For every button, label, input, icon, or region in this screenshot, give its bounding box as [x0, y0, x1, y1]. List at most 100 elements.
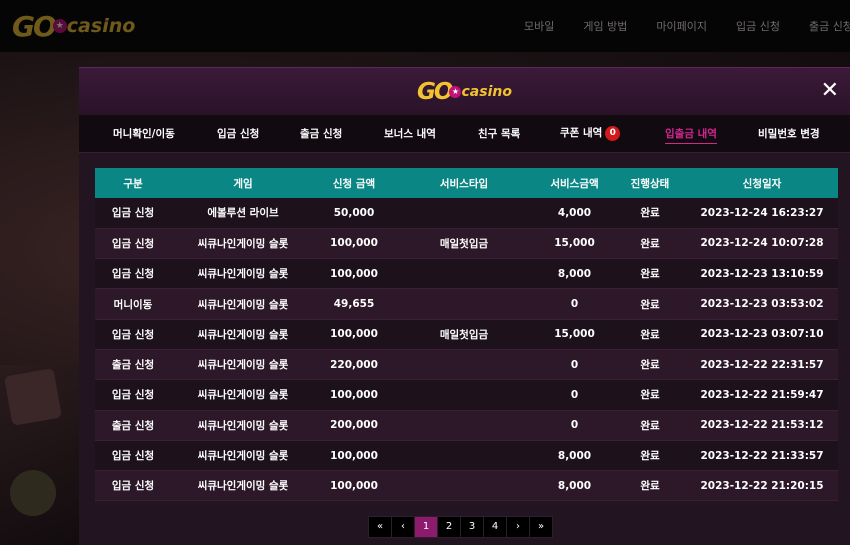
tab-bonus-history[interactable]: 보너스 내역	[384, 126, 436, 141]
page-button-3[interactable]: 3	[460, 516, 484, 538]
modal-logo: GO ★ casino	[417, 79, 512, 105]
cell-amount: 100,000	[330, 237, 378, 250]
cell-service-type	[393, 259, 535, 289]
coupon-count-badge: 0	[605, 125, 621, 141]
cell-date: 2023-12-22 21:20:15	[700, 479, 824, 492]
cell-status: 완료	[640, 450, 660, 463]
cell-service-amount: 4,000	[557, 206, 592, 219]
table-row: 머니이동 씨큐나인게이밍 슬롯 49,655 0 완료 2023-12-23 03:53:…	[95, 288, 838, 320]
cell-game: 씨큐나인게이밍 슬롯	[197, 419, 289, 432]
page-button-4[interactable]: 4	[483, 516, 507, 538]
nav-item-mypage[interactable]: 마이페이지	[656, 18, 707, 34]
cell-status: 완료	[640, 207, 660, 220]
header-status: 진행상태	[630, 177, 670, 190]
cell-status: 완료	[640, 389, 660, 402]
header-game: 게임	[233, 177, 253, 190]
table-row: 입금 신청 씨큐나인게이밍 슬롯 100,000 0 완료 2023-12-22 21:5…	[95, 379, 838, 411]
nav-item-withdraw[interactable]: 출금 신청	[809, 18, 850, 34]
table-row: 입금 신청 씨큐나인게이밍 슬롯 100,000 매일첫입금 15,000 완료 2023-…	[95, 228, 838, 259]
cell-status: 완료	[640, 359, 660, 372]
cell-service-amount: 8,000	[557, 479, 592, 492]
cell-type: 입금 신청	[111, 207, 155, 220]
cell-game: 씨큐나인게이밍 슬롯	[197, 298, 289, 311]
cell-service-type: 매일첫입금	[439, 237, 489, 250]
cell-service-type	[393, 289, 535, 319]
cell-service-amount: 8,000	[557, 449, 592, 462]
tab-coupon-history[interactable]: 쿠폰 내역 0	[560, 125, 621, 141]
site-logo[interactable]: GO ★ casino	[12, 10, 135, 43]
table-body: 입금 신청 에볼루션 라이브 50,000 4,000 완료 2023-12-24 16:…	[95, 198, 838, 501]
cell-game: 씨큐나인게이밍 슬롯	[197, 359, 289, 372]
cell-amount: 50,000	[333, 206, 375, 219]
tab-withdraw[interactable]: 출금 신청	[300, 126, 342, 141]
transaction-history-panel: 구분 게임 신청 금액 서비스타입 서비스금액 진행상태 신청일자 입금 신청 에…	[79, 153, 850, 545]
cell-amount: 100,000	[330, 388, 378, 401]
cell-type: 입금 신청	[111, 237, 155, 250]
cell-type: 출금 신청	[111, 419, 155, 432]
top-nav: 모바일 게임 방법 마이페이지 입금 신청 출금 신청	[524, 0, 850, 52]
close-icon[interactable]: ✕	[821, 80, 839, 102]
tab-change-password[interactable]: 비밀번호 변경	[758, 126, 820, 141]
cell-amount: 200,000	[330, 419, 378, 432]
cell-type: 입금 신청	[111, 268, 155, 281]
cell-service-amount: 8,000	[557, 267, 592, 280]
nav-item-how-to-play[interactable]: 게임 방법	[583, 18, 627, 34]
logo-star-icon: ★	[52, 19, 67, 33]
cell-service-amount: 0	[570, 419, 579, 432]
cell-game: 씨큐나인게이밍 슬롯	[197, 389, 289, 402]
cell-status: 완료	[640, 268, 660, 281]
tab-friend-list[interactable]: 친구 목록	[478, 126, 520, 141]
cell-date: 2023-12-24 16:23:27	[700, 206, 824, 219]
nav-item-mobile[interactable]: 모바일	[524, 18, 554, 34]
tab-deposit[interactable]: 입금 신청	[217, 126, 259, 141]
logo-casino-text: casino	[66, 15, 136, 37]
cell-service-type	[393, 380, 535, 410]
pagination: « ‹ 1 2 3 4 › »	[368, 516, 553, 538]
cell-date: 2023-12-22 22:31:57	[700, 358, 824, 371]
cell-service-type	[393, 471, 535, 501]
cell-status: 완료	[640, 298, 660, 311]
cell-service-amount: 15,000	[554, 237, 595, 250]
cell-service-amount: 0	[570, 358, 579, 371]
logo-go-text: GO	[12, 9, 57, 43]
page-button-2[interactable]: 2	[437, 516, 461, 538]
cell-amount: 100,000	[330, 328, 378, 341]
cell-game: 에볼루션 라이브	[207, 207, 279, 220]
cell-service-amount: 15,000	[554, 328, 595, 341]
cell-amount: 100,000	[330, 479, 378, 492]
table-row: 입금 신청 씨큐나인게이밍 슬롯 100,000 8,000 완료 2023-12-22 …	[95, 440, 838, 471]
modal-header: GO ★ casino ✕	[79, 68, 850, 115]
cell-type: 머니이동	[113, 298, 153, 311]
nav-item-deposit[interactable]: 입금 신청	[736, 18, 780, 34]
table-row: 입금 신청 씨큐나인게이밍 슬롯 100,000 매일첫입금 15,000 완료 2023-…	[95, 319, 838, 350]
table-row: 입금 신청 씨큐나인게이밍 슬롯 100,000 8,000 완료 2023-12-22 …	[95, 470, 838, 501]
cell-service-type	[393, 410, 535, 440]
tab-coupon-label: 쿠폰 내역	[560, 127, 603, 139]
cell-amount: 220,000	[330, 358, 378, 371]
table-header: 구분 게임 신청 금액 서비스타입 서비스금액 진행상태 신청일자	[95, 168, 838, 198]
cell-date: 2023-12-23 03:53:02	[700, 298, 824, 311]
cell-service-type: 매일첫입금	[439, 328, 489, 341]
chip-decoration	[10, 470, 56, 516]
cell-amount: 100,000	[330, 449, 378, 462]
cell-type: 입금 신청	[111, 450, 155, 463]
first-page-button[interactable]: «	[368, 516, 392, 538]
cell-service-amount: 0	[570, 298, 579, 311]
prev-page-button[interactable]: ‹	[391, 516, 415, 538]
header-date: 신청일자	[742, 177, 782, 190]
tab-money-check[interactable]: 머니확인/이동	[113, 126, 175, 141]
last-page-button[interactable]: »	[529, 516, 553, 538]
site-header: GO ★ casino 모바일 게임 방법 마이페이지 입금 신청 출금 신청	[0, 0, 850, 52]
cell-status: 완료	[640, 237, 660, 250]
next-page-button[interactable]: ›	[506, 516, 530, 538]
mypage-modal: GO ★ casino ✕ 머니확인/이동 입금 신청 출금 신청 보너스 내역…	[79, 67, 850, 545]
cell-service-amount: 0	[570, 388, 579, 401]
cell-amount: 49,655	[333, 298, 375, 311]
tab-transaction-history[interactable]: 입출금 내역	[665, 126, 717, 144]
cell-amount: 100,000	[330, 267, 378, 280]
logo-go-text: GO	[417, 78, 453, 105]
logo-star-icon: ★	[449, 85, 462, 98]
cell-game: 씨큐나인게이밍 슬롯	[197, 237, 289, 250]
cell-date: 2023-12-22 21:33:57	[700, 449, 824, 462]
page-button-1[interactable]: 1	[414, 516, 438, 538]
